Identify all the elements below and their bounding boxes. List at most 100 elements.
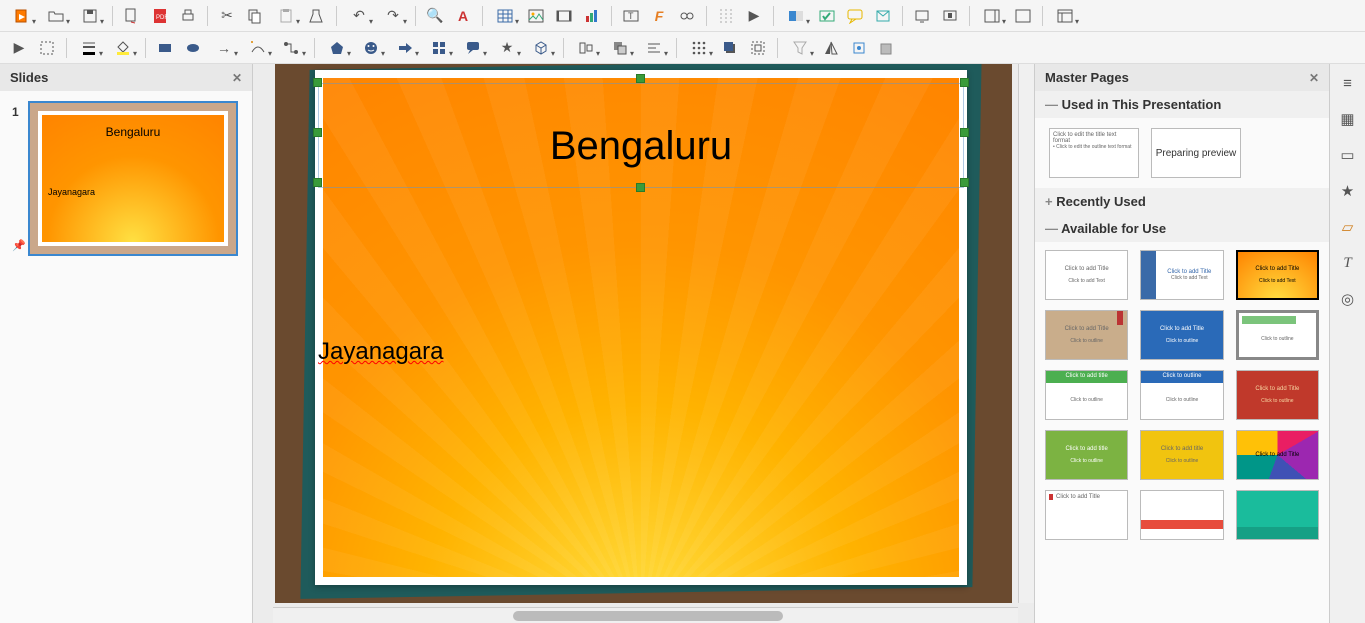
- master-thumb-red[interactable]: Click to add TitleClick to outline: [1236, 370, 1319, 420]
- connector-tool[interactable]: [276, 35, 308, 61]
- paste-button[interactable]: [270, 3, 302, 29]
- line-color-button[interactable]: [73, 35, 105, 61]
- used-master-thumb[interactable]: Click to edit the title text format • Cl…: [1049, 128, 1139, 178]
- pdf-button[interactable]: PDF: [147, 3, 173, 29]
- spellcheck-button[interactable]: A: [450, 3, 476, 29]
- used-section-header[interactable]: Used in This Presentation: [1035, 91, 1329, 118]
- copy-button[interactable]: [242, 3, 268, 29]
- flowchart-tool[interactable]: [423, 35, 455, 61]
- basic-shape-tool[interactable]: [321, 35, 353, 61]
- master-thumb-redstripe[interactable]: [1140, 490, 1223, 540]
- export-button[interactable]: [119, 3, 145, 29]
- slide-layout1-button[interactable]: [976, 3, 1008, 29]
- master-thumb-teal[interactable]: [1236, 490, 1319, 540]
- arrow-tool[interactable]: →: [208, 35, 240, 61]
- master-thumb-paper[interactable]: Click to add TitleClick to outline: [1045, 310, 1128, 360]
- sidebar-styles-icon[interactable]: T: [1337, 252, 1359, 274]
- extrusion-button[interactable]: [874, 35, 900, 61]
- master-thumb-yellow[interactable]: Click to add titleClick to outline: [1140, 430, 1223, 480]
- block-arrow-tool[interactable]: [389, 35, 421, 61]
- slides-panel-title: Slides: [10, 70, 48, 85]
- flip-button[interactable]: [818, 35, 844, 61]
- select-tool[interactable]: ▶: [6, 35, 32, 61]
- textbox-button[interactable]: T: [618, 3, 644, 29]
- horizontal-scrollbar[interactable]: [273, 607, 1018, 623]
- sidebar-tabs: ≡ ▦ ▭ ★ ▱ T ◎: [1329, 64, 1365, 623]
- master-panel-header: Master Pages ✕: [1035, 64, 1329, 91]
- master-thumb-green[interactable]: Click to add titleClick to outline: [1045, 430, 1128, 480]
- fill-color-button[interactable]: [107, 35, 139, 61]
- slide-subtitle-text[interactable]: Jayanagara: [318, 338, 443, 366]
- new-doc-button[interactable]: [6, 3, 38, 29]
- slides-panel-header: Slides ✕: [0, 64, 252, 91]
- print-button[interactable]: [175, 3, 201, 29]
- sidebar-masterpages-icon[interactable]: ▱: [1337, 216, 1359, 238]
- available-section-header[interactable]: Available for Use: [1035, 215, 1329, 242]
- distribute-button[interactable]: [638, 35, 670, 61]
- master-panel-close-icon[interactable]: ✕: [1309, 71, 1319, 85]
- preparing-preview-thumb[interactable]: Preparing preview: [1151, 128, 1241, 178]
- master-thumb-blank1[interactable]: Click to add TitleClick to add Text: [1045, 250, 1128, 300]
- slide-canvas[interactable]: Bengaluru Jayanagara: [275, 64, 1012, 603]
- star-tool[interactable]: ★: [491, 35, 523, 61]
- display-view2-button[interactable]: [937, 3, 963, 29]
- clone-format-button[interactable]: [304, 3, 330, 29]
- master-thumb-redtab[interactable]: Click to add Title: [1045, 490, 1128, 540]
- slides-panel-close-icon[interactable]: ✕: [232, 71, 242, 85]
- arrange-button[interactable]: [604, 35, 636, 61]
- 3d-tool[interactable]: [525, 35, 557, 61]
- master-thumb-geometric[interactable]: Click to add Title: [1236, 430, 1319, 480]
- image-button[interactable]: [523, 3, 549, 29]
- fontwork-button[interactable]: F: [646, 3, 672, 29]
- sidebar-animation-icon[interactable]: ★: [1337, 180, 1359, 202]
- undo-button[interactable]: ↶: [343, 3, 375, 29]
- available-masters-grid: Click to add TitleClick to add Text Clic…: [1035, 242, 1329, 623]
- cut-button[interactable]: ✂: [214, 3, 240, 29]
- svg-text:PDF: PDF: [156, 15, 168, 21]
- master-thumb-sunrise[interactable]: Click to add TitleClick to add Text: [1236, 250, 1319, 300]
- slide-layout2-button[interactable]: [1010, 3, 1036, 29]
- position-button[interactable]: [846, 35, 872, 61]
- hyperlink-button[interactable]: [674, 3, 700, 29]
- open-button[interactable]: [40, 3, 72, 29]
- filter-button[interactable]: [784, 35, 816, 61]
- shadow-grid-button[interactable]: [683, 35, 715, 61]
- guides-button[interactable]: [713, 3, 739, 29]
- master-thumb-blue-side[interactable]: Click to add TitleClick to add Text: [1140, 250, 1223, 300]
- vertical-scrollbar[interactable]: [1018, 64, 1034, 603]
- view-master-button[interactable]: [780, 3, 812, 29]
- save-button[interactable]: [74, 3, 106, 29]
- master-thumb-bluebar[interactable]: Click to outlineClick to outline: [1140, 370, 1223, 420]
- rectangle-tool[interactable]: [152, 35, 178, 61]
- find-button[interactable]: 🔍: [422, 3, 448, 29]
- title-placeholder[interactable]: Bengaluru: [318, 83, 964, 188]
- shadow-button[interactable]: [717, 35, 743, 61]
- sidebar-settings-icon[interactable]: ≡: [1337, 72, 1359, 94]
- table-button[interactable]: [489, 3, 521, 29]
- master-thumb-blue[interactable]: Click to add TitleClick to outline: [1140, 310, 1223, 360]
- sidebar-navigator-icon[interactable]: ◎: [1337, 288, 1359, 310]
- callout-tool[interactable]: [457, 35, 489, 61]
- symbol-shape-tool[interactable]: [355, 35, 387, 61]
- master-thumb-greenbar[interactable]: Click to add titleClick to outline: [1045, 370, 1128, 420]
- zoom-box-tool[interactable]: [34, 35, 60, 61]
- recently-section-header[interactable]: Recently Used: [1035, 188, 1329, 215]
- slide-content: Bengaluru Jayanagara: [315, 70, 967, 585]
- display-view1-button[interactable]: [909, 3, 935, 29]
- crop-button[interactable]: [745, 35, 771, 61]
- comment-button[interactable]: [842, 3, 868, 29]
- sidebar-properties-icon[interactable]: ▦: [1337, 108, 1359, 130]
- sidebar-slide-transition-icon[interactable]: ▭: [1337, 144, 1359, 166]
- templates-button[interactable]: [1049, 3, 1081, 29]
- chart-button[interactable]: [579, 3, 605, 29]
- slide-thumb-1[interactable]: 1 Bengaluru Jayanagara 📌: [10, 101, 242, 256]
- redo-button[interactable]: ↷: [377, 3, 409, 29]
- curve-tool[interactable]: [242, 35, 274, 61]
- master-thumb-greybox[interactable]: Click to outline: [1236, 310, 1319, 360]
- autospell-button[interactable]: [814, 3, 840, 29]
- ellipse-tool[interactable]: [180, 35, 206, 61]
- start-slideshow-button[interactable]: ▶: [741, 3, 767, 29]
- align-button[interactable]: [570, 35, 602, 61]
- masterpages-button[interactable]: [870, 3, 896, 29]
- media-button[interactable]: [551, 3, 577, 29]
